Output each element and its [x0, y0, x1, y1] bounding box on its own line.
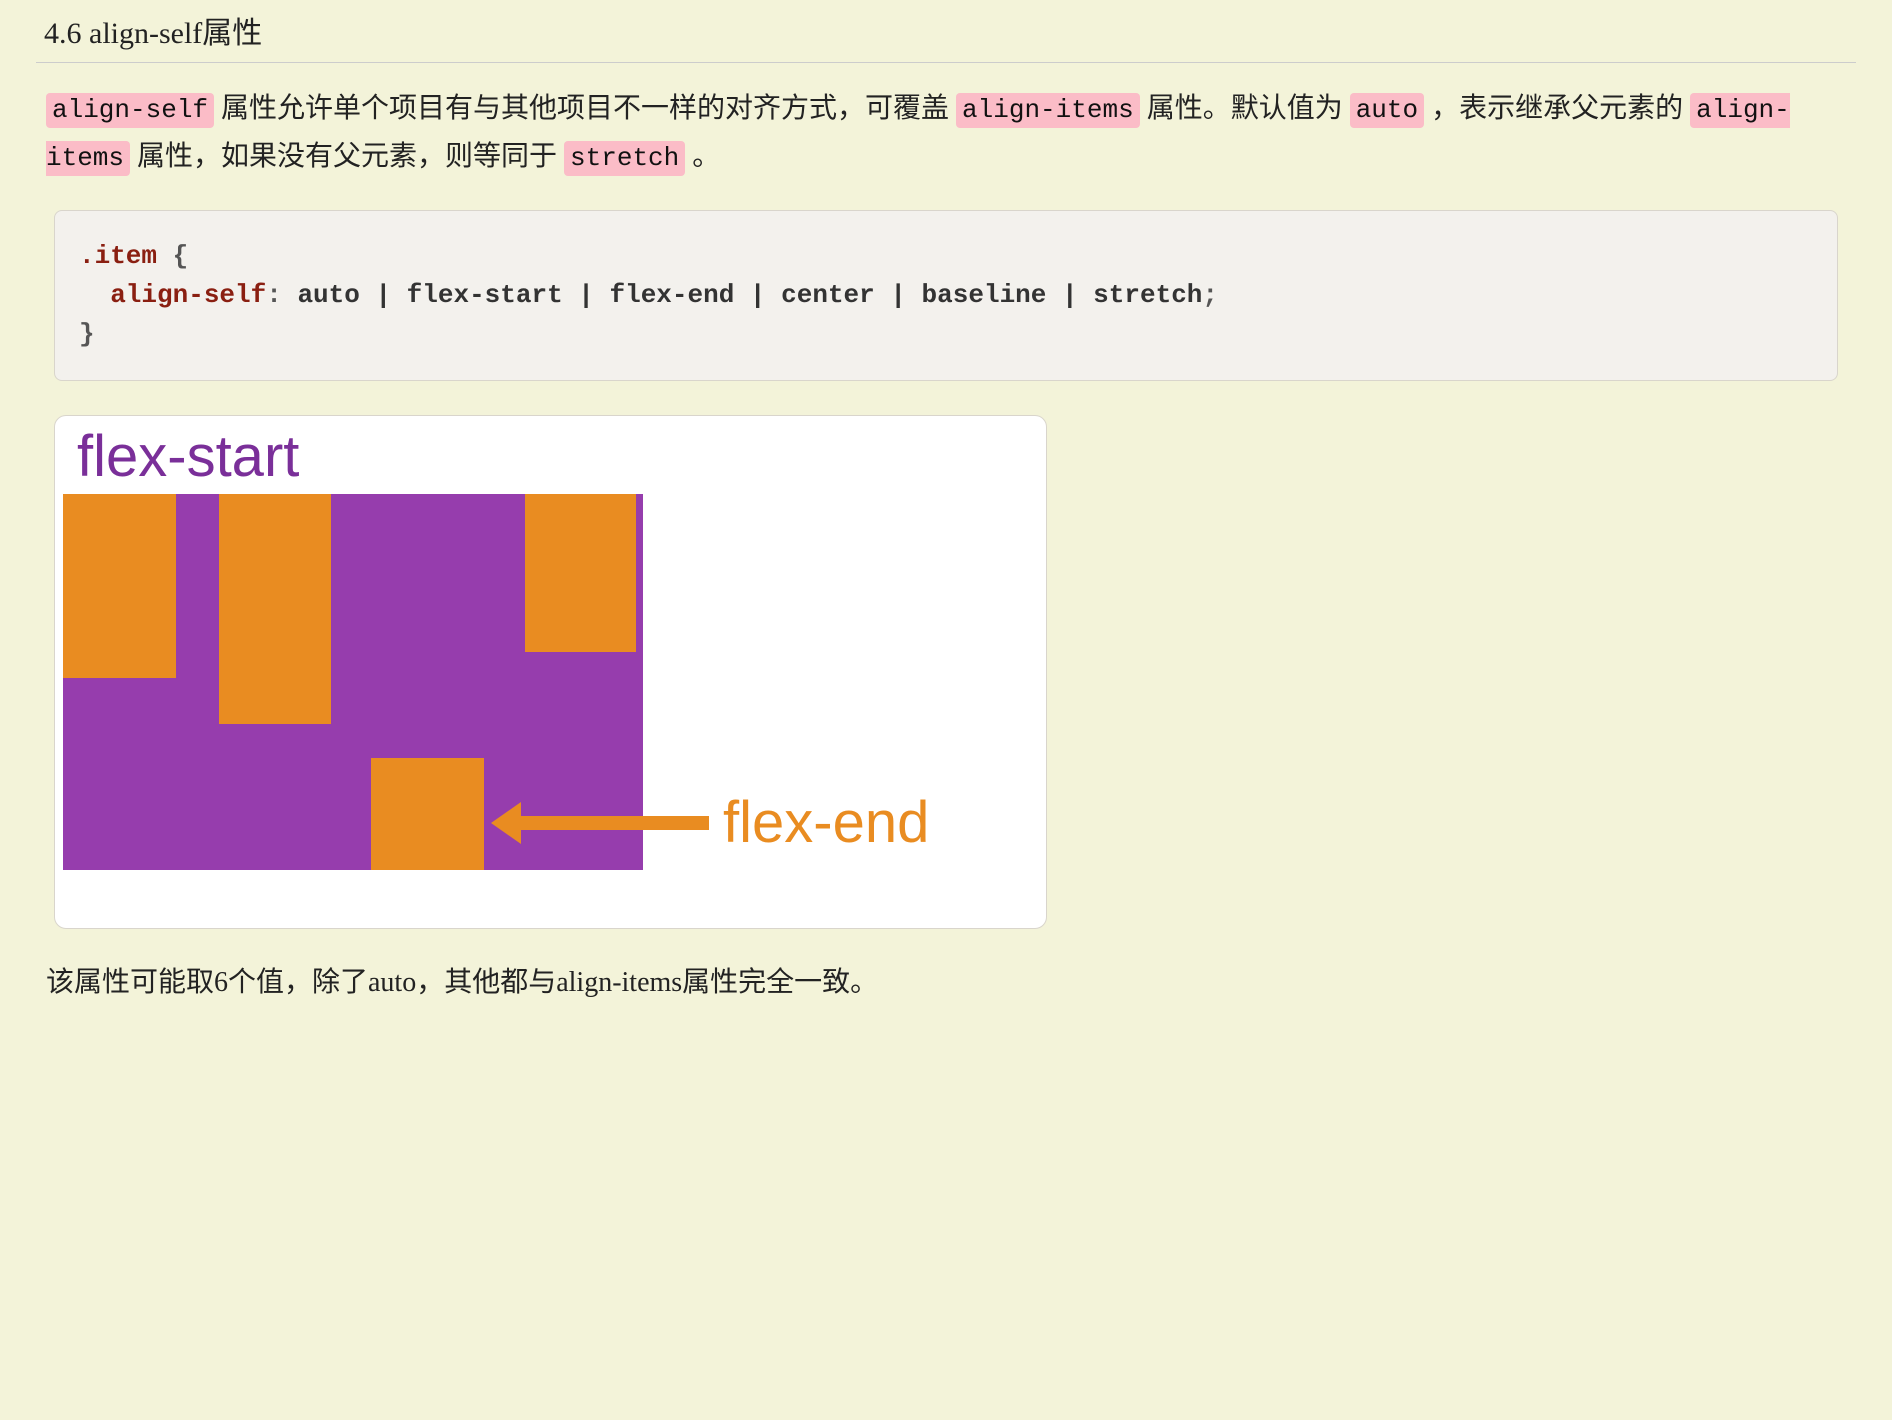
flex-item-3-flex-end [371, 758, 484, 870]
intro-text-1: 属性允许单个项目有与其他项目不一样的对齐方式，可覆盖 [214, 93, 956, 124]
figure-label-flex-end: flex-end [723, 794, 929, 852]
code-token-stretch: stretch [564, 141, 685, 176]
code-value: auto | flex-start | flex-end | center | … [297, 280, 1202, 310]
code-semicolon: ; [1202, 280, 1218, 310]
flex-item-4 [525, 494, 636, 652]
code-open-brace: { [157, 241, 188, 271]
intro-text-3: ，表示继承父元素的 [1424, 93, 1690, 124]
code-selector: .item [79, 241, 157, 271]
figure-demo: flex-end [63, 494, 1038, 904]
section-heading: 4.6 align-self属性 [36, 0, 1856, 63]
arrow-callout: flex-end [519, 794, 929, 852]
figure-box: flex-start flex-end [54, 415, 1047, 929]
code-token-auto: auto [1350, 93, 1424, 128]
flex-item-2 [219, 494, 331, 724]
code-block: .item { align-self: auto | flex-start | … [54, 210, 1838, 381]
figure-title-flex-start: flex-start [77, 428, 1038, 486]
code-token-align-self: align-self [46, 93, 214, 128]
arrow-left-icon [519, 816, 709, 830]
bottom-paragraph: 该属性可能取6个值，除了auto，其他都与align-items属性完全一致。 [46, 959, 1846, 1007]
intro-text-2: 属性。默认值为 [1140, 93, 1350, 124]
code-close-brace: } [79, 319, 95, 349]
code-property: align-self [79, 280, 266, 310]
intro-text-5: 。 [685, 141, 720, 172]
intro-text-4: 属性，如果没有父元素，则等同于 [130, 141, 564, 172]
intro-paragraph: align-self 属性允许单个项目有与其他项目不一样的对齐方式，可覆盖 al… [46, 85, 1846, 180]
code-colon: : [266, 280, 297, 310]
flex-item-1 [63, 494, 176, 678]
code-token-align-items: align-items [956, 93, 1140, 128]
